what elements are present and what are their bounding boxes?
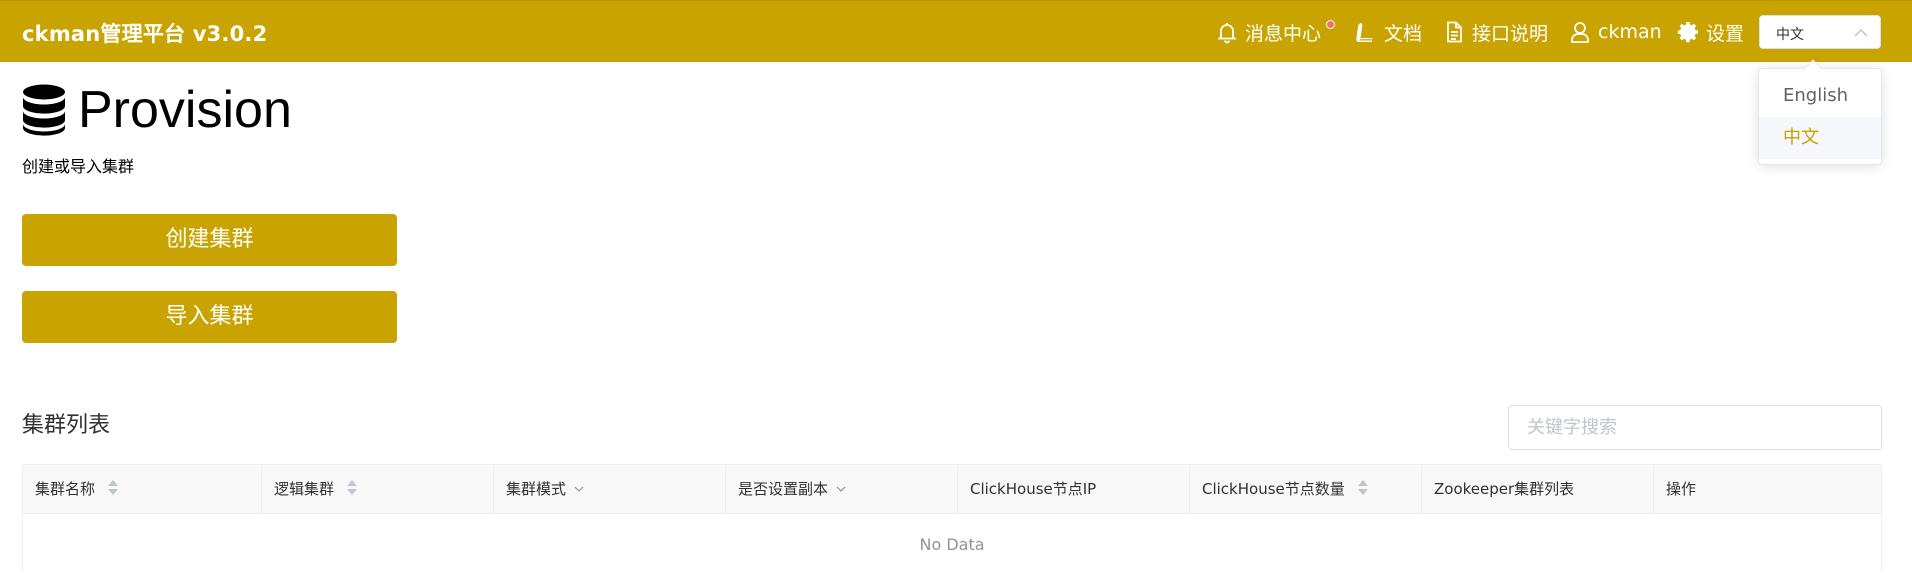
cluster-list-title: 集群列表 xyxy=(22,413,111,438)
column-label: 集群名称 xyxy=(35,480,96,498)
nav-user-label: ckman xyxy=(1598,21,1662,43)
column-label: 是否设置副本 xyxy=(738,480,829,498)
language-select-value: 中文 xyxy=(1776,27,1804,43)
search-input[interactable] xyxy=(1508,405,1882,450)
sort-icon[interactable] xyxy=(107,479,118,497)
nav-docs-label: 文档 xyxy=(1384,22,1423,45)
nav-user[interactable]: ckman xyxy=(1568,1,1662,63)
column-label: ClickHouse节点数量 xyxy=(1202,480,1345,498)
language-option-english[interactable]: English xyxy=(1759,75,1881,117)
top-navbar: ckman管理平台 v3.0.2 消息中心 文档 接口说明 ckman 设置 中… xyxy=(0,0,1912,62)
language-select[interactable]: 中文 xyxy=(1759,15,1881,49)
chevron-down-icon[interactable] xyxy=(574,485,584,493)
dropdown-arrow xyxy=(1804,59,1822,77)
column-header-actions: 操作 xyxy=(1654,465,1881,514)
column-header-replica[interactable]: 是否设置副本 xyxy=(726,465,958,514)
document-icon xyxy=(1447,21,1462,43)
column-label: 逻辑集群 xyxy=(274,480,335,498)
empty-table-text: No Data xyxy=(919,535,985,554)
create-cluster-button[interactable]: 创建集群 xyxy=(22,214,397,266)
language-dropdown: English 中文 xyxy=(1758,59,1882,165)
column-label: ClickHouse节点IP xyxy=(970,480,1097,498)
page-subtitle: 创建或导入集群 xyxy=(22,157,135,176)
column-header-clickhouse-count[interactable]: ClickHouse节点数量 xyxy=(1190,465,1422,514)
sort-icon[interactable] xyxy=(346,479,357,497)
column-header-logic-cluster[interactable]: 逻辑集群 xyxy=(262,465,494,514)
nav-messages-label: 消息中心 xyxy=(1245,22,1322,45)
nav-settings-label: 设置 xyxy=(1706,22,1745,45)
nav-api[interactable]: 接口说明 xyxy=(1442,1,1548,63)
nav-messages[interactable]: 消息中心 xyxy=(1215,1,1335,63)
page-title: Provision xyxy=(78,81,292,139)
book-icon xyxy=(1356,23,1375,42)
nav-docs[interactable]: 文档 xyxy=(1354,1,1422,63)
language-option-chinese[interactable]: 中文 xyxy=(1759,117,1881,159)
column-header-clickhouse-ip: ClickHouse节点IP xyxy=(958,465,1190,514)
notification-dot xyxy=(1326,20,1335,29)
column-label: 操作 xyxy=(1666,480,1697,498)
nav-api-label: 接口说明 xyxy=(1472,22,1549,45)
chevron-down-icon[interactable] xyxy=(836,485,846,493)
column-label: Zookeeper集群列表 xyxy=(1434,480,1575,498)
user-icon xyxy=(1571,22,1589,43)
import-cluster-button[interactable]: 导入集群 xyxy=(22,291,397,343)
column-header-cluster-mode[interactable]: 集群模式 xyxy=(494,465,726,514)
nav-settings[interactable]: 设置 xyxy=(1676,1,1744,63)
app-brand[interactable]: ckman管理平台 v3.0.2 xyxy=(22,18,267,48)
sort-icon[interactable] xyxy=(1357,479,1368,497)
gear-icon xyxy=(1677,22,1698,43)
column-label: 集群模式 xyxy=(506,480,567,498)
column-header-zookeeper: Zookeeper集群列表 xyxy=(1422,465,1654,514)
column-header-cluster-name[interactable]: 集群名称 xyxy=(23,465,262,514)
bell-icon xyxy=(1217,23,1237,44)
table-header: 集群名称 逻辑集群 集群模式 是否设置副本 ClickHouse节点IP Cli… xyxy=(23,465,1881,514)
cluster-table: 集群名称 逻辑集群 集群模式 是否设置副本 ClickHouse节点IP Cli… xyxy=(22,464,1882,571)
chevron-up-icon xyxy=(1854,28,1868,37)
database-icon xyxy=(23,84,65,136)
